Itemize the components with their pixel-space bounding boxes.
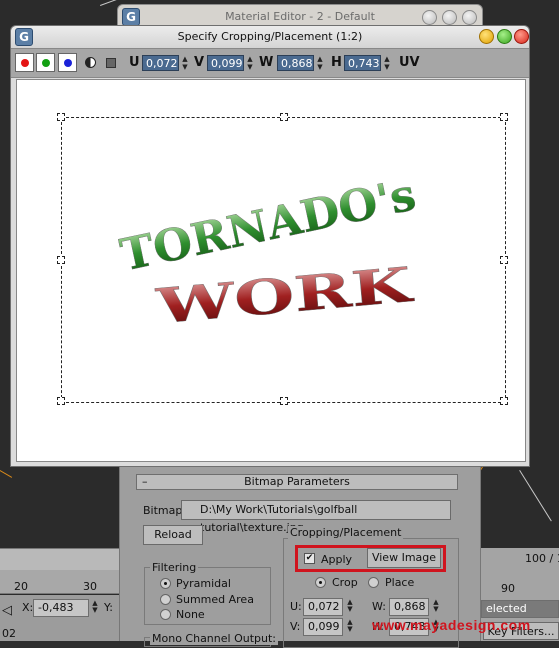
- rollout-title: Bitmap Parameters: [244, 475, 350, 488]
- blue-channel-toggle[interactable]: [58, 53, 77, 72]
- u-label: U: [129, 55, 140, 70]
- w-spinner[interactable]: ▲ ▼: [432, 599, 440, 613]
- filter-pyramidal-radio[interactable]: [160, 578, 171, 589]
- crop-radio[interactable]: [315, 577, 326, 588]
- u-spinner[interactable]: ▲ ▼: [346, 599, 354, 613]
- image-canvas[interactable]: TORNADO's WORK: [16, 79, 526, 462]
- status-bar: ◁ X: -0,483 ▲ ▼ Y: 02: [0, 595, 119, 641]
- mono-channel-title: Mono Channel Output:: [150, 632, 278, 645]
- u-field[interactable]: 0,072: [303, 598, 343, 616]
- w-label: W:: [372, 600, 386, 613]
- v-field[interactable]: 0,099: [303, 618, 343, 636]
- green-channel-toggle[interactable]: [36, 53, 55, 72]
- y-coord-label: Y:: [104, 601, 113, 614]
- app-logo-icon: G: [15, 28, 33, 46]
- selection-set-field[interactable]: elected: [481, 600, 559, 618]
- cropping-placement-title: Cropping/Placement: [288, 526, 404, 539]
- filter-summed-area-radio[interactable]: [160, 594, 171, 605]
- mono-channel-icon[interactable]: [85, 57, 96, 68]
- filter-option-label: Pyramidal: [176, 577, 231, 590]
- u-label: U:: [290, 600, 302, 613]
- zoom-button[interactable]: [497, 29, 512, 44]
- uv-label: UV: [399, 55, 420, 70]
- crop-handle-left[interactable]: [57, 256, 65, 264]
- ruler-tick-label: 30: [83, 580, 97, 593]
- x-coord-field[interactable]: -0,483: [33, 599, 89, 617]
- place-radio[interactable]: [368, 577, 379, 588]
- ruler-tick-label: 90: [501, 582, 515, 595]
- alpha-channel-icon[interactable]: [106, 58, 116, 68]
- filtering-title: Filtering: [150, 561, 199, 574]
- crop-handle-top[interactable]: [280, 113, 288, 121]
- rollout-collapse-icon[interactable]: –: [142, 475, 148, 489]
- close-button[interactable]: [514, 29, 529, 44]
- lock-icon[interactable]: ◁: [2, 603, 12, 618]
- reload-button[interactable]: Reload: [143, 525, 203, 545]
- bitmap-path-button[interactable]: D:\My Work\Tutorials\golfball tutorial\t…: [181, 500, 451, 534]
- w-field[interactable]: 0,868: [277, 55, 314, 71]
- watermark-text: www.mayadesign.com: [372, 617, 531, 633]
- frame-counter: 100 / 1: [525, 552, 559, 565]
- h-spinner[interactable]: ▲ ▼: [383, 55, 391, 71]
- status-value: 02: [2, 627, 16, 640]
- v-spinner[interactable]: ▲ ▼: [346, 619, 354, 633]
- channel-toolbar: U 0,072 ▲ ▼ V 0,099 ▲ ▼ W 0,868 ▲ ▼ H 0,743…: [11, 48, 529, 78]
- v-label: V: [194, 55, 205, 70]
- w-spinner[interactable]: ▲ ▼: [316, 55, 324, 71]
- w-label: W: [259, 55, 274, 70]
- w-field[interactable]: 0,868: [389, 598, 429, 616]
- close-button[interactable]: [462, 10, 477, 25]
- crop-region[interactable]: [57, 113, 508, 405]
- cropping-placement-dialog[interactable]: Specify Cropping/Placement (1:2) G U 0,0…: [10, 25, 530, 467]
- h-field[interactable]: 0,743: [344, 55, 381, 71]
- filter-option-label: None: [176, 608, 205, 621]
- bitmap-parameters-rollout[interactable]: – Bitmap Parameters: [136, 474, 458, 490]
- crop-handle-bottom-right[interactable]: [500, 397, 508, 405]
- place-label: Place: [385, 576, 415, 589]
- filter-option-label: Summed Area: [176, 593, 254, 606]
- crop-handle-right[interactable]: [500, 256, 508, 264]
- crop-label: Crop: [332, 576, 358, 589]
- highlight-annotation: [295, 545, 446, 572]
- crop-handle-top-right[interactable]: [500, 113, 508, 121]
- minimize-button[interactable]: [422, 10, 437, 25]
- v-field[interactable]: 0,099: [207, 55, 244, 71]
- x-coord-spinner[interactable]: ▲ ▼: [91, 600, 99, 614]
- bitmap-label: Bitmap:: [143, 504, 187, 517]
- crop-handle-bottom-left[interactable]: [57, 397, 65, 405]
- dialog-title: Specify Cropping/Placement (1:2): [177, 30, 363, 43]
- crop-handle-top-left[interactable]: [57, 113, 65, 121]
- h-label: H: [331, 55, 342, 70]
- v-spinner[interactable]: ▲ ▼: [246, 55, 254, 71]
- timeline-ruler[interactable]: 20 30: [0, 570, 119, 594]
- zoom-button[interactable]: [442, 10, 457, 25]
- u-field[interactable]: 0,072: [142, 55, 179, 71]
- timeline-slider[interactable]: [0, 548, 119, 570]
- minimize-button[interactable]: [479, 29, 494, 44]
- ruler-tick-label: 20: [14, 580, 28, 593]
- filter-none-radio[interactable]: [160, 609, 171, 620]
- v-label: V:: [290, 620, 301, 633]
- x-coord-label: X:: [22, 601, 34, 614]
- red-channel-toggle[interactable]: [15, 53, 34, 72]
- dialog-title-bar[interactable]: Specify Cropping/Placement (1:2): [11, 26, 529, 48]
- crop-handle-bottom[interactable]: [280, 397, 288, 405]
- u-spinner[interactable]: ▲ ▼: [181, 55, 189, 71]
